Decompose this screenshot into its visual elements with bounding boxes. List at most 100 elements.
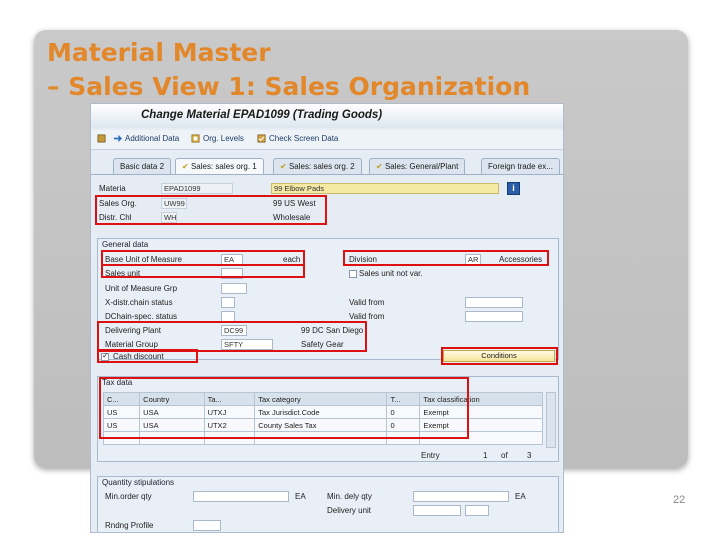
- page-number: 22: [673, 494, 686, 506]
- sales-unit-not-var-label: Sales unit not var.: [359, 269, 423, 278]
- window-titlebar: Change Material EPAD1099 (Trading Goods): [91, 104, 563, 128]
- min-dely-qty-field[interactable]: [413, 491, 509, 502]
- col-country[interactable]: Country: [139, 392, 205, 406]
- check-screen-data-button[interactable]: Check Screen Data: [257, 134, 338, 143]
- tab-sales-general-plant[interactable]: ✔ Sales: General/Plant: [369, 158, 466, 174]
- table-cell: [386, 431, 421, 445]
- col-tax-classification[interactable]: Tax classification: [419, 392, 543, 406]
- cash-discount-checkbox[interactable]: ✓: [101, 351, 109, 361]
- valid-from-label-2: Valid from: [349, 312, 385, 321]
- tax-data-title: Tax data: [102, 378, 133, 387]
- distr-chl-label: Distr. Chl: [99, 213, 132, 222]
- tab-basic-data-2[interactable]: Basic data 2: [113, 158, 172, 174]
- table-cell[interactable]: 0: [386, 405, 421, 419]
- table-cell: County Sales Tax: [254, 418, 388, 432]
- table-cell: Exempt: [419, 418, 543, 432]
- rounding-profile-field[interactable]: [193, 520, 221, 531]
- sales-unit-label: Sales unit: [105, 269, 141, 278]
- col-tax-type[interactable]: Ta...: [203, 392, 256, 406]
- xdist-status-field[interactable]: [221, 297, 235, 308]
- tab-strip: Basic data 2 ✔ Sales: sales org. 1 ✔ Sal…: [99, 158, 563, 174]
- application-toolbar: Additional Data Org. Levels Check Screen…: [91, 130, 563, 150]
- delivering-plant-field[interactable]: DC99: [221, 325, 247, 336]
- sales-org-label: Sales Org.: [99, 199, 137, 208]
- checkmark-icon: ✓: [102, 351, 109, 360]
- entry-label: Entry: [421, 451, 440, 460]
- uom-grp-field[interactable]: [221, 283, 247, 294]
- table-cell: Exempt: [419, 405, 543, 419]
- table-cell: USA: [139, 405, 205, 419]
- tax-table: C... Country Ta... Tax category T... Tax…: [102, 392, 543, 445]
- tab-sales-org-1[interactable]: ✔ Sales: sales org. 1: [175, 158, 264, 174]
- min-order-unit: EA: [295, 492, 306, 501]
- table-cell: US: [102, 418, 141, 432]
- min-order-qty-label: Min.order qty: [105, 492, 152, 501]
- tab-label: Sales: sales org. 1: [190, 162, 257, 171]
- valid-from-label-1: Valid from: [349, 298, 385, 307]
- sap-window: Change Material EPAD1099 (Trading Goods)…: [90, 103, 564, 533]
- table-row[interactable]: [102, 431, 543, 445]
- org-levels-icon: [191, 134, 200, 143]
- tab-label: Foreign trade ex...: [488, 162, 553, 171]
- org-levels-button[interactable]: Org. Levels: [191, 134, 244, 143]
- tab-label: Basic data 2: [120, 162, 165, 171]
- division-label: Division: [349, 255, 378, 264]
- tab-foreign-trade[interactable]: Foreign trade ex...: [481, 158, 560, 174]
- valid-from-field-1[interactable]: [465, 297, 523, 308]
- entry-of: of: [501, 451, 508, 460]
- valid-from-field-2[interactable]: [465, 311, 523, 322]
- sales-unit-field[interactable]: [221, 268, 243, 279]
- col-country-code[interactable]: C...: [102, 392, 141, 406]
- org-levels-label: Org. Levels: [203, 134, 244, 143]
- table-row[interactable]: US USA UTXJ Tax Jurisdict.Code 0 Exempt: [102, 405, 543, 419]
- tax-table-header: C... Country Ta... Tax category T... Tax…: [102, 392, 543, 406]
- table-cell: USA: [139, 418, 205, 432]
- general-data-title: General data: [102, 240, 149, 249]
- rounding-profile-label: Rndng Profile: [105, 521, 154, 530]
- window-title: Change Material EPAD1099 (Trading Goods): [141, 109, 383, 121]
- check-screen-icon: [257, 134, 266, 143]
- arrow-right-icon: [113, 134, 122, 143]
- conditions-button[interactable]: Conditions: [443, 350, 555, 362]
- additional-data-button[interactable]: Additional Data: [113, 134, 179, 143]
- table-cell: [254, 431, 388, 445]
- delivery-unit-uom-field[interactable]: [465, 505, 489, 516]
- table-cell: Tax Jurisdict.Code: [254, 405, 388, 419]
- table-row[interactable]: US USA UTX2 County Sales Tax 0 Exempt: [102, 418, 543, 432]
- table-cell: US: [102, 405, 141, 419]
- cash-discount-label: Cash discount: [113, 352, 164, 361]
- tab-label: Sales: General/Plant: [384, 162, 459, 171]
- min-order-qty-field[interactable]: [193, 491, 289, 502]
- material-description-field[interactable]: 99 Elbow Pads: [271, 183, 499, 194]
- delivering-plant-description: 99 DC San Diego: [301, 326, 364, 335]
- quantity-stipulations-group: Quantity stipulations: [97, 476, 559, 532]
- sales-org-field: UW99: [161, 198, 187, 209]
- sales-org-description: 99 US West: [273, 199, 316, 208]
- check-screen-data-label: Check Screen Data: [269, 134, 339, 143]
- delivery-unit-field[interactable]: [413, 505, 461, 516]
- col-tax-category[interactable]: Tax category: [254, 392, 388, 406]
- sales-unit-not-var-checkbox[interactable]: [349, 270, 357, 278]
- distr-chl-field: WH: [161, 212, 177, 223]
- info-icon[interactable]: i: [507, 182, 520, 195]
- col-t[interactable]: T...: [386, 392, 421, 406]
- quantity-stipulations-title: Quantity stipulations: [102, 478, 175, 487]
- display-change-button[interactable]: [97, 134, 106, 143]
- division-field[interactable]: AR: [465, 254, 481, 265]
- material-group-field[interactable]: SFTY: [221, 339, 273, 350]
- entry-current: 1: [483, 451, 488, 460]
- division-description: Accessories: [499, 255, 543, 264]
- table-cell: UTX2: [203, 418, 256, 432]
- base-uom-field[interactable]: EA: [221, 254, 243, 265]
- tax-table-scrollbar[interactable]: [546, 392, 556, 448]
- slide-title-line1: Material Master: [47, 38, 271, 67]
- material-label: Materia: [99, 184, 126, 193]
- tab-sales-org-2[interactable]: ✔ Sales: sales org. 2: [273, 158, 362, 174]
- table-cell: UTXJ: [203, 405, 256, 419]
- base-uom-description: each: [283, 255, 301, 264]
- tab-divider: [91, 174, 563, 175]
- dchain-status-field[interactable]: [221, 311, 235, 322]
- table-cell: [102, 431, 141, 445]
- table-cell[interactable]: 0: [386, 418, 421, 432]
- pencil-glasses-icon: [97, 134, 106, 143]
